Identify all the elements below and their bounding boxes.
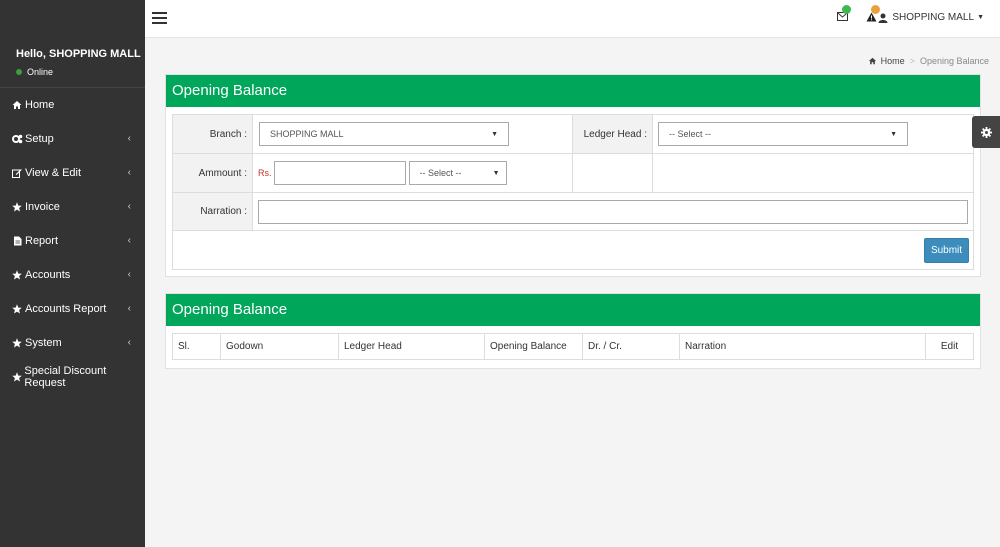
caret-down-icon: ▼ (977, 14, 984, 21)
chevron-left-icon: ‹ (127, 235, 131, 246)
narration-label: Narration : (172, 192, 253, 231)
dr-cr-select[interactable]: -- Select -- ▼ (408, 161, 507, 185)
sidebar-item-label: Report (25, 235, 59, 247)
dropdown-arrow-icon: ▼ (491, 130, 498, 138)
dropdown-arrow-icon: ▼ (492, 169, 500, 177)
sidebar-item-report[interactable]: Report ‹ (0, 224, 145, 258)
column-header-ledger-head: Ledger Head (338, 333, 485, 360)
ledger-head-select-value: -- Select -- (669, 129, 712, 139)
gear-icon (980, 126, 992, 138)
table-header-row: Sl. Godown Ledger Head Opening Balance D… (172, 333, 974, 360)
messages-badge (842, 5, 851, 14)
opening-balance-list-box: Opening Balance Sl. Godown Ledger Head O… (165, 293, 981, 369)
chevron-left-icon: ‹ (127, 167, 131, 178)
opening-balance-form: Branch : SHOPPING MALL ▼ Ledger Head : -… (172, 114, 974, 270)
star-icon (10, 338, 24, 348)
ledger-head-label: Ledger Head : (572, 114, 653, 154)
opening-balance-table: Sl. Godown Ledger Head Opening Balance D… (172, 333, 974, 360)
column-header-opening-balance: Opening Balance (484, 333, 583, 360)
sidebar-item-accounts-report[interactable]: Accounts Report ‹ (0, 292, 145, 326)
currency-label: Rs. (258, 168, 272, 178)
narration-input[interactable] (258, 199, 968, 224)
user-menu-label: SHOPPING MALL (892, 12, 975, 23)
user-icon (878, 13, 888, 23)
empty-cell (572, 153, 653, 193)
sidebar: Hello, SHOPPING MALL Online Home Setup ‹… (0, 0, 145, 547)
sidebar-item-invoice[interactable]: Invoice ‹ (0, 190, 145, 224)
sidebar-item-setup[interactable]: Setup ‹ (0, 122, 145, 156)
column-header-narration: Narration (679, 333, 926, 360)
form-box-title: Opening Balance (166, 75, 980, 107)
breadcrumb-home-link[interactable]: Home (881, 56, 905, 66)
sidebar-item-home[interactable]: Home (0, 88, 145, 122)
home-icon (868, 57, 876, 65)
top-navbar: SHOPPING MALL ▼ (145, 0, 1000, 38)
chevron-left-icon: ‹ (127, 337, 131, 348)
list-box-title: Opening Balance (166, 294, 980, 326)
sidebar-item-special-discount-request[interactable]: Special Discount Request (0, 360, 145, 394)
column-header-edit: Edit (925, 333, 974, 360)
sidebar-item-system[interactable]: System ‹ (0, 326, 145, 360)
online-dot-icon (16, 69, 22, 75)
breadcrumb-current: Opening Balance (919, 56, 989, 66)
home-icon (10, 100, 24, 110)
column-header-sl: Sl. (172, 333, 221, 360)
chevron-left-icon: ‹ (127, 269, 131, 280)
breadcrumb-separator: > (909, 56, 915, 66)
submit-button[interactable]: Submit (924, 237, 969, 263)
breadcrumb: Home > Opening Balance (868, 56, 989, 66)
sidebar-item-label: Invoice (25, 201, 60, 213)
star-icon (10, 304, 24, 314)
user-status-label: Online (27, 67, 54, 77)
messages-button[interactable] (837, 5, 851, 24)
star-icon (10, 270, 24, 280)
amount-label: Ammount : (172, 153, 253, 193)
edit-icon (10, 168, 24, 178)
ledger-head-select[interactable]: -- Select -- ▼ (658, 122, 908, 146)
branch-label: Branch : (172, 114, 253, 154)
sidebar-item-label: Accounts (25, 269, 71, 281)
amount-input[interactable] (273, 161, 406, 185)
dropdown-arrow-icon: ▼ (890, 130, 897, 138)
sidebar-item-accounts[interactable]: Accounts ‹ (0, 258, 145, 292)
sidebar-menu: Home Setup ‹ View & Edit ‹ Invoice ‹ Rep… (0, 88, 145, 394)
settings-panel-toggle[interactable] (972, 116, 1000, 148)
chevron-left-icon: ‹ (127, 303, 131, 314)
column-header-godown: Godown (220, 333, 339, 360)
column-header-dr-cr: Dr. / Cr. (582, 333, 680, 360)
sidebar-item-label: Accounts Report (25, 303, 107, 315)
sidebar-toggle-button[interactable] (152, 12, 167, 24)
sidebar-item-label: Special Discount Request (24, 365, 107, 389)
user-menu-dropdown[interactable]: SHOPPING MALL ▼ (878, 12, 984, 23)
empty-cell (652, 153, 974, 193)
user-greeting: Hello, SHOPPING MALL (16, 48, 141, 60)
sidebar-item-label: System (25, 337, 62, 349)
user-status: Online (16, 67, 145, 77)
opening-balance-form-box: Opening Balance Branch : SHOPPING MALL ▼… (165, 74, 981, 277)
file-icon (10, 236, 24, 246)
branch-select[interactable]: SHOPPING MALL ▼ (259, 122, 509, 146)
user-panel: Hello, SHOPPING MALL Online (0, 0, 145, 88)
sidebar-item-view-edit[interactable]: View & Edit ‹ (0, 156, 145, 190)
alerts-button[interactable] (866, 5, 880, 25)
star-icon (10, 202, 24, 212)
sidebar-item-label: View & Edit (25, 167, 82, 179)
cogs-icon (10, 134, 24, 144)
dr-cr-select-value: -- Select -- (419, 168, 462, 178)
amount-field-group: Rs. -- Select -- ▼ (253, 161, 572, 185)
sidebar-item-label: Setup (25, 133, 54, 145)
sidebar-item-label: Home (25, 99, 55, 111)
chevron-left-icon: ‹ (127, 133, 131, 144)
star-icon (10, 372, 23, 382)
branch-select-value: SHOPPING MALL (270, 129, 344, 139)
chevron-left-icon: ‹ (127, 201, 131, 212)
